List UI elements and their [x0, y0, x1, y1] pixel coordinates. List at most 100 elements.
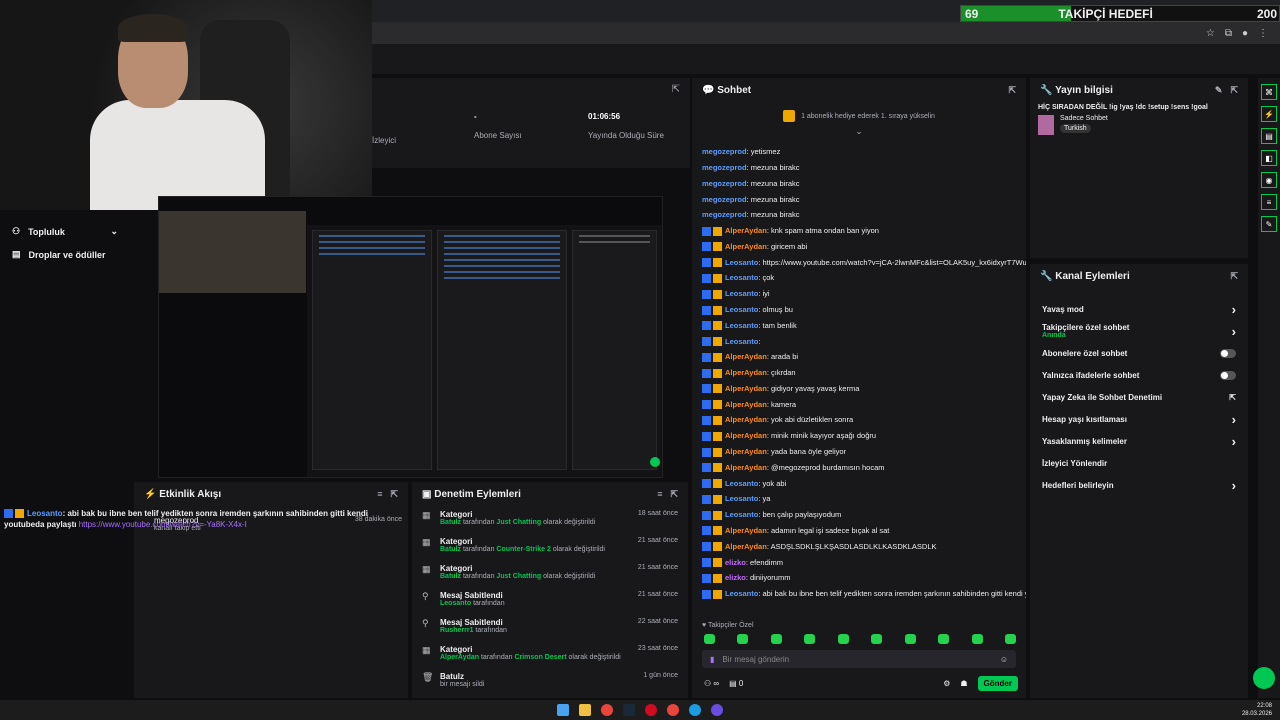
- moderation-row-user[interactable]: Batulz: [440, 573, 461, 580]
- profile-icon[interactable]: ●: [1242, 28, 1248, 39]
- chat-username[interactable]: AlperAydan: [725, 242, 767, 251]
- chat-username[interactable]: AlperAydan: [725, 368, 767, 377]
- chevron-right-icon[interactable]: ›: [1232, 412, 1236, 427]
- chat-username[interactable]: AlperAydan: [725, 400, 767, 409]
- obs-icon[interactable]: [711, 704, 723, 716]
- moderation-row-user[interactable]: Batulz: [440, 546, 461, 553]
- emoji-icon[interactable]: ☺: [1000, 655, 1008, 664]
- chat-username[interactable]: AlperAydan: [725, 447, 767, 456]
- channel-action-row[interactable]: Takipçilere özel sohbet Anında ›: [1030, 320, 1248, 342]
- chat-username[interactable]: Leosanto: [725, 479, 758, 488]
- filter-icon[interactable]: ≡: [657, 489, 662, 500]
- moderation-row-user[interactable]: AlperAydan: [440, 654, 479, 661]
- star-icon[interactable]: ☆: [1206, 28, 1215, 39]
- chevron-down-icon[interactable]: ⌄: [110, 226, 118, 237]
- chat-username[interactable]: AlperAydan: [725, 431, 767, 440]
- stream-preview[interactable]: [158, 196, 663, 478]
- chevron-right-icon[interactable]: ›: [1232, 324, 1236, 339]
- filter-icon[interactable]: ≡: [377, 489, 382, 500]
- viewers-icon[interactable]: ⚇ ∞: [704, 679, 719, 688]
- chat-username[interactable]: Leosanto: [725, 321, 758, 330]
- chat-username[interactable]: megozeprod: [702, 195, 747, 204]
- popout-icon[interactable]: ⇱: [1008, 85, 1016, 96]
- external-link-icon[interactable]: ⇱: [1229, 393, 1236, 402]
- bolt-icon[interactable]: ⚡: [1261, 106, 1277, 122]
- channel-action-row[interactable]: Yapay Zeka ile Sohbet Denetimi ⇱: [1030, 386, 1248, 408]
- toggle-switch[interactable]: [1220, 370, 1236, 380]
- channel-action-row[interactable]: Hedefleri belirleyin ›: [1030, 474, 1248, 496]
- tool-icon[interactable]: ⌘: [1261, 84, 1277, 100]
- emote-icon[interactable]: [871, 634, 883, 644]
- doc-icon[interactable]: ▤: [1261, 128, 1277, 144]
- channel-action-row[interactable]: İzleyici Yönlendir: [1030, 452, 1248, 474]
- moderation-row-user[interactable]: Leosanto: [440, 600, 471, 607]
- chat-username[interactable]: Leosanto: [725, 494, 758, 503]
- emote-icon[interactable]: [971, 634, 983, 644]
- chat-username[interactable]: megozeprod: [702, 147, 747, 156]
- folder-icon[interactable]: [579, 704, 591, 716]
- emote-icon[interactable]: [770, 634, 782, 644]
- chevron-right-icon[interactable]: ›: [1232, 478, 1236, 493]
- chat-username[interactable]: Leosanto: [725, 258, 758, 267]
- emote-icon[interactable]: [938, 634, 950, 644]
- chat-username[interactable]: elizko: [725, 573, 746, 582]
- broadcast-icon[interactable]: ◉: [1261, 172, 1277, 188]
- sidebar-item-community[interactable]: ⚇ Topluluk ⌄: [0, 220, 130, 243]
- popout-icon[interactable]: ⇱: [1230, 85, 1238, 96]
- chat-username[interactable]: Leosanto: [725, 337, 758, 346]
- message-user[interactable]: Leosanto: [27, 509, 63, 518]
- chat-username[interactable]: megozeprod: [702, 163, 747, 172]
- chrome-icon[interactable]: [601, 704, 613, 716]
- channel-action-row[interactable]: Abonelere özel sohbet: [1030, 342, 1248, 364]
- edge-icon[interactable]: [689, 704, 701, 716]
- chevron-down-icon[interactable]: ⌄: [692, 126, 1026, 137]
- channel-action-row[interactable]: Yavaş mod ›: [1030, 298, 1248, 320]
- channel-action-row[interactable]: Yasaklanmış kelimeler ›: [1030, 430, 1248, 452]
- popout-icon[interactable]: ⇱: [390, 489, 398, 500]
- chat-username[interactable]: AlperAydan: [725, 415, 767, 424]
- emote-icon[interactable]: [837, 634, 849, 644]
- chat-username[interactable]: megozeprod: [702, 210, 747, 219]
- chat-username[interactable]: megozeprod: [702, 179, 747, 188]
- emote-icon[interactable]: [904, 634, 916, 644]
- wrench-icon[interactable]: ✎: [1261, 216, 1277, 232]
- message-link[interactable]: https://www.youtube.com/watch?v=-Ya8K-X4…: [79, 520, 247, 529]
- channel-action-row[interactable]: Hesap yaşı kısıtlaması ›: [1030, 408, 1248, 430]
- emote-icon[interactable]: [704, 634, 715, 644]
- emote-icon[interactable]: [1004, 634, 1016, 644]
- opera-icon[interactable]: [645, 704, 657, 716]
- toggle-switch[interactable]: [1220, 348, 1236, 358]
- sidebar-item-drops[interactable]: ▤ Droplar ve ödüller: [0, 243, 130, 266]
- popout-icon[interactable]: ⇱: [670, 489, 678, 500]
- moderation-row-user[interactable]: Batulz: [440, 519, 461, 526]
- chrome-icon[interactable]: [667, 704, 679, 716]
- chat-username[interactable]: Leosanto: [725, 589, 758, 598]
- channel-action-row[interactable]: Yalnızca ifadelerle sohbet: [1030, 364, 1248, 386]
- chat-username[interactable]: Leosanto: [725, 510, 758, 519]
- send-button[interactable]: Gönder: [977, 676, 1018, 691]
- chat-username[interactable]: AlperAydan: [725, 384, 767, 393]
- help-button[interactable]: [1253, 667, 1275, 689]
- chat-username[interactable]: Leosanto: [725, 289, 758, 298]
- system-clock[interactable]: 22:08 28.03.2026: [1242, 702, 1272, 718]
- puzzle-icon[interactable]: ⧉: [1225, 28, 1232, 39]
- chat-username[interactable]: AlperAydan: [725, 463, 767, 472]
- chevron-right-icon[interactable]: ›: [1232, 302, 1236, 317]
- list-icon[interactable]: ≡: [1261, 194, 1277, 210]
- gear-icon[interactable]: ⚙: [943, 679, 950, 688]
- chat-username[interactable]: Leosanto: [725, 305, 758, 314]
- chat-input[interactable]: ▮ Bir mesaj gönderin ☺: [702, 650, 1016, 668]
- chat-username[interactable]: elizko: [725, 558, 746, 567]
- robot-icon[interactable]: ☗: [960, 679, 967, 688]
- chat-username[interactable]: Leosanto: [725, 273, 758, 282]
- windows-icon[interactable]: [557, 704, 569, 716]
- popout-icon[interactable]: ⇱: [1230, 271, 1238, 282]
- chat-username[interactable]: AlperAydan: [725, 542, 767, 551]
- emote-icon[interactable]: [737, 634, 749, 644]
- chat-username[interactable]: AlperAydan: [725, 226, 767, 235]
- chat-username[interactable]: AlperAydan: [725, 526, 767, 535]
- chat-icon[interactable]: ◧: [1261, 150, 1277, 166]
- chevron-right-icon[interactable]: ›: [1232, 434, 1236, 449]
- gift-count-icon[interactable]: ▤ 0: [729, 679, 743, 688]
- menu-icon[interactable]: ⋮: [1258, 28, 1268, 39]
